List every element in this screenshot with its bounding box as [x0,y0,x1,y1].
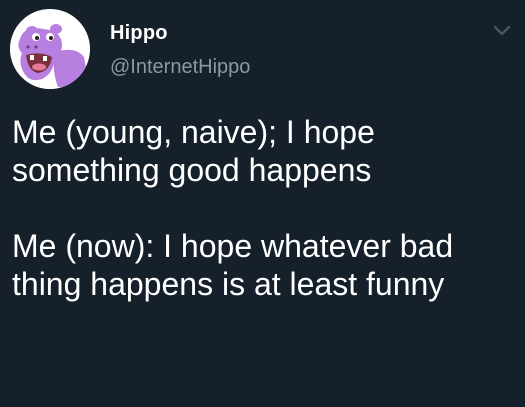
avatar[interactable] [10,9,90,89]
tweet-paragraph: Me (now): I hope whatever bad thing happ… [12,228,454,302]
chevron-down-icon[interactable] [493,24,511,38]
author-handle[interactable]: @InternetHippo [110,56,250,79]
hippo-avatar-icon [10,9,90,89]
tweet-card: Hippo @InternetHippo Me (young, naive); … [0,0,525,407]
tweet-paragraph: Me (young, naive); I hope something good… [12,114,375,188]
author-display-name[interactable]: Hippo [110,22,168,45]
tweet-text: Me (young, naive); I hope something good… [12,113,512,303]
